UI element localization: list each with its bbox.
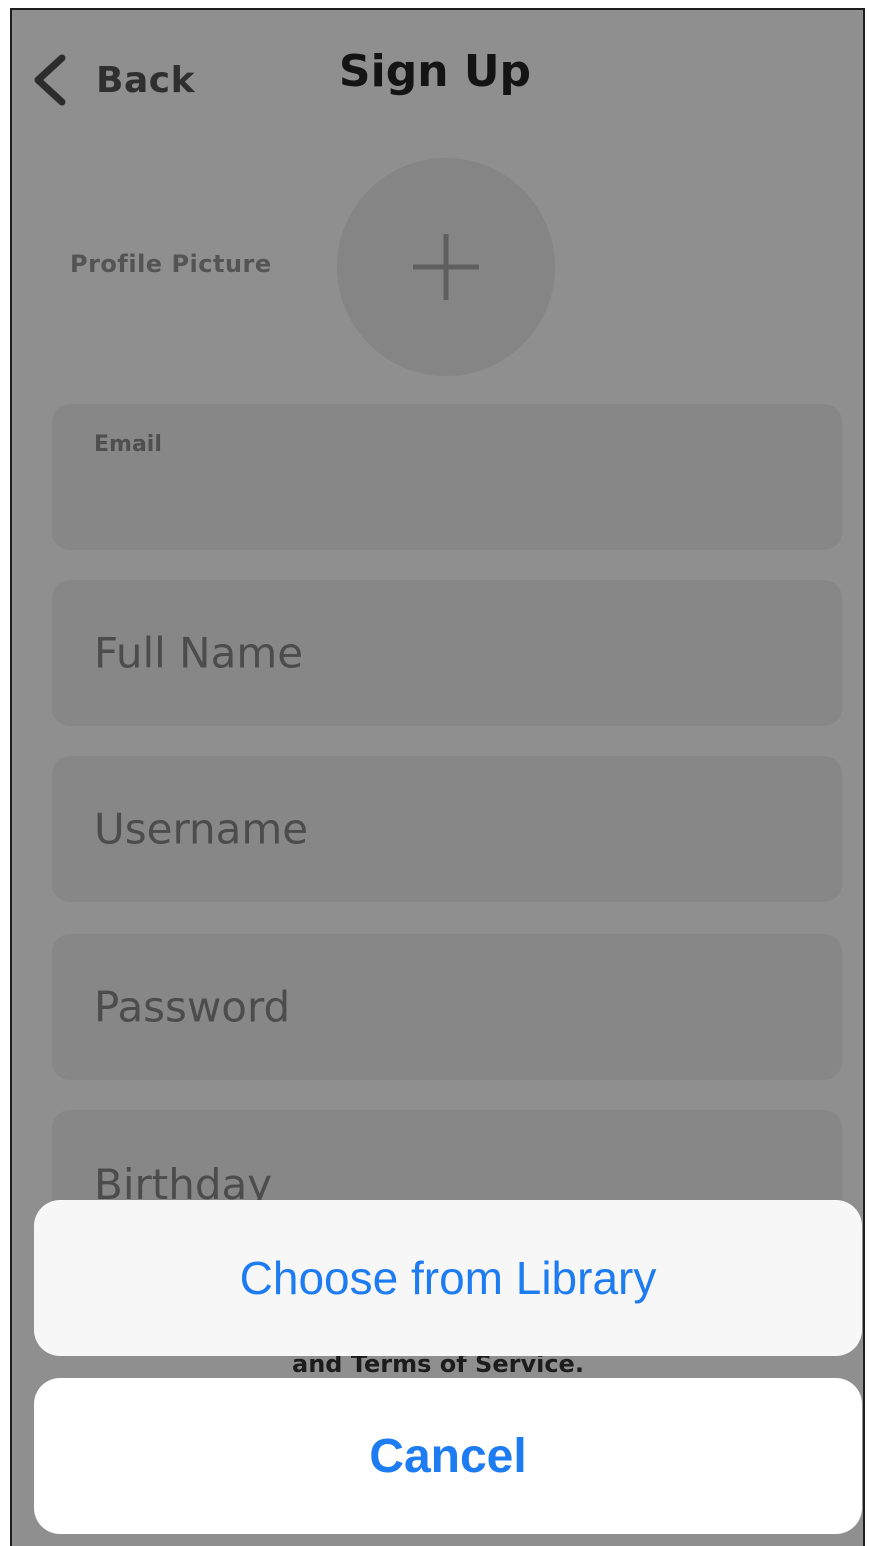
full-name-placeholder: Full Name [94,628,304,678]
cancel-button[interactable]: Cancel [34,1378,862,1534]
sign-up-screen: Back Sign Up Profile Picture Email Full … [10,8,865,1546]
profile-picture-picker[interactable] [337,158,555,376]
full-name-field[interactable]: Full Name [52,580,842,726]
page-title: Sign Up [338,46,532,97]
choose-from-library-label: Choose from Library [239,1252,657,1304]
email-field[interactable]: Email [52,404,842,550]
email-label: Email [94,432,162,457]
plus-icon [413,234,479,300]
choose-from-library-button[interactable]: Choose from Library [34,1200,862,1356]
cancel-label: Cancel [369,1429,527,1483]
password-placeholder: Password [94,982,291,1032]
profile-picture-label: Profile Picture [70,250,272,278]
password-field[interactable]: Password [52,934,842,1080]
username-field[interactable]: Username [52,756,842,902]
username-placeholder: Username [94,804,309,854]
